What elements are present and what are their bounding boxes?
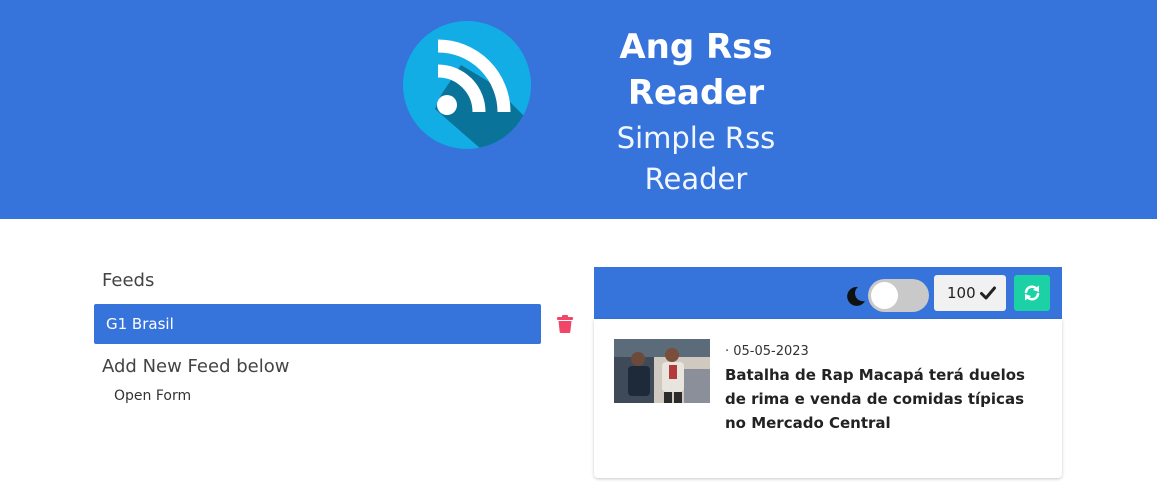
articles-panel: 100 · 05-05-2023 Batalha de Rap Macapá t… xyxy=(594,267,1062,478)
refresh-icon xyxy=(1024,285,1040,301)
check-icon xyxy=(980,286,996,300)
app-subtitle-line2: Reader xyxy=(644,162,748,196)
article-count-value: 100 xyxy=(947,284,976,302)
dark-mode-toggle[interactable] xyxy=(868,279,929,312)
article-date: · 05-05-2023 xyxy=(725,344,809,359)
moon-icon xyxy=(847,286,865,306)
article-card[interactable]: · 05-05-2023 Batalha de Rap Macapá terá … xyxy=(594,319,1062,478)
open-form-link[interactable]: Open Form xyxy=(114,388,191,404)
rss-logo-icon xyxy=(403,21,531,149)
title-block: Ang Rss Reader Simple Rss Reader xyxy=(596,24,796,200)
app-title: Ang Rss Reader xyxy=(596,24,796,116)
article-count-button[interactable]: 100 xyxy=(934,275,1006,311)
refresh-button[interactable] xyxy=(1014,275,1050,311)
app-header: Ang Rss Reader Simple Rss Reader xyxy=(0,0,1157,219)
toggle-knob xyxy=(871,282,898,309)
article-thumbnail[interactable] xyxy=(614,339,710,403)
app-subtitle: Simple Rss Reader xyxy=(596,118,796,200)
feed-item-g1-brasil[interactable]: G1 Brasil xyxy=(94,304,541,344)
app-subtitle-line1: Simple Rss xyxy=(616,121,776,155)
add-feed-heading: Add New Feed below xyxy=(102,356,290,377)
article-title[interactable]: Batalha de Rap Macapá terá duelos de rim… xyxy=(725,363,1025,435)
articles-toolbar: 100 xyxy=(594,267,1062,319)
feeds-heading: Feeds xyxy=(102,270,155,291)
app-title-line1: Ang Rss xyxy=(619,27,773,67)
feeds-sidebar: Feeds G1 Brasil Add New Feed below Open … xyxy=(94,266,584,404)
app-title-line2: Reader xyxy=(627,73,765,113)
trash-icon[interactable] xyxy=(557,315,573,333)
